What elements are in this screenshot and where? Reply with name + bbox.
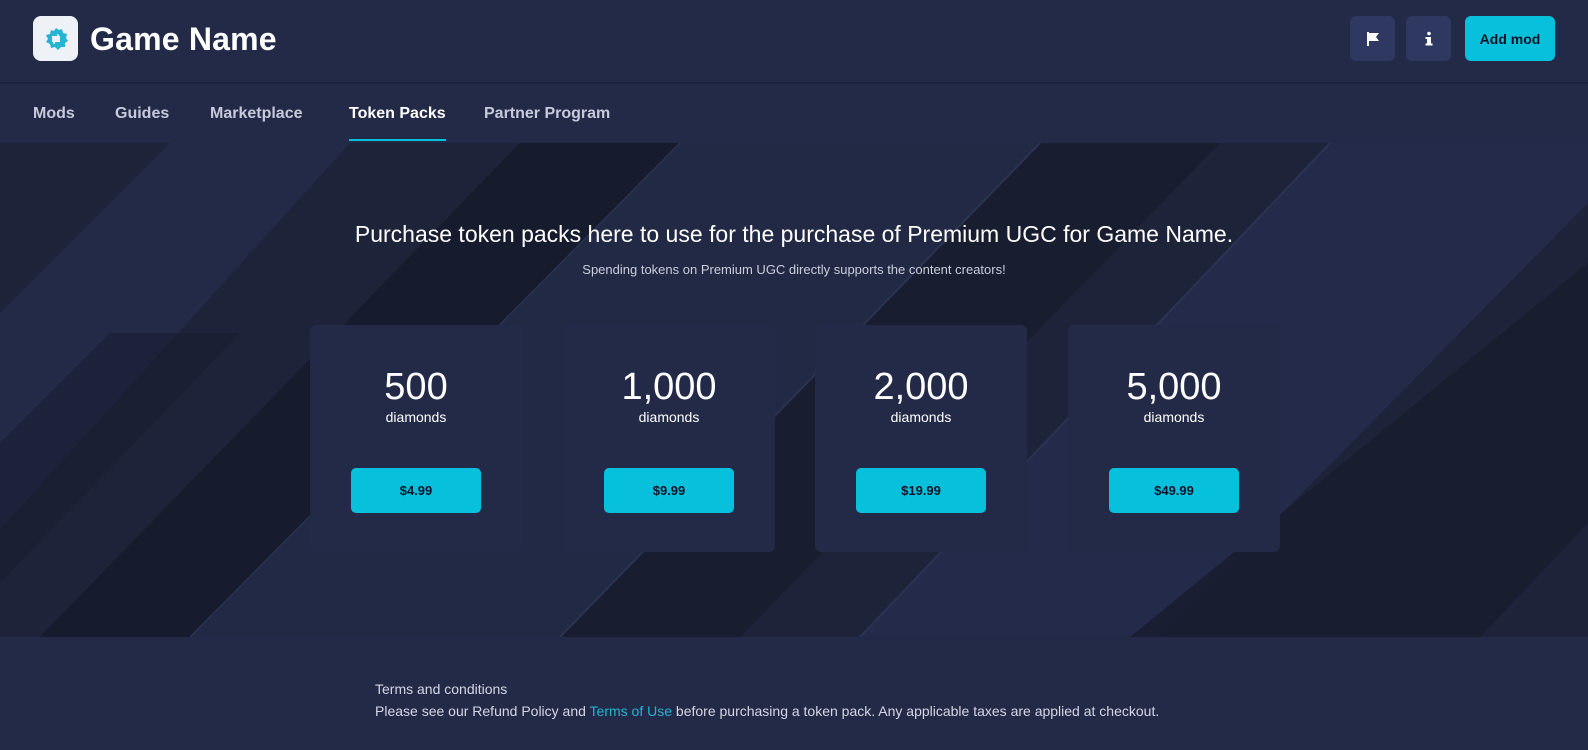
buy-pack-button[interactable]: $9.99 bbox=[604, 468, 734, 513]
section-title: Purchase token packs here to use for the… bbox=[354, 221, 1234, 247]
game-logo[interactable] bbox=[33, 16, 78, 61]
section-subtitle: Spending tokens on Premium UGC directly … bbox=[582, 262, 1006, 277]
add-mod-button[interactable]: Add mod bbox=[1465, 16, 1555, 61]
pack-amount: 2,000 bbox=[873, 366, 969, 408]
tab-marketplace[interactable]: Marketplace bbox=[210, 84, 303, 143]
tab-guides[interactable]: Guides bbox=[115, 84, 169, 143]
report-button[interactable] bbox=[1350, 16, 1395, 61]
tab-token-packs[interactable]: Token Packs bbox=[349, 84, 446, 143]
terms-text-after: before purchasing a token pack. Any appl… bbox=[672, 703, 1160, 719]
game-title[interactable]: Game Name bbox=[90, 18, 277, 60]
buy-pack-button[interactable]: $49.99 bbox=[1109, 468, 1239, 513]
pack-amount: 5,000 bbox=[1126, 366, 1222, 408]
flag-icon bbox=[1366, 31, 1379, 46]
pack-unit: diamonds bbox=[385, 409, 447, 425]
active-tab-indicator bbox=[349, 139, 446, 141]
tab-partner-program[interactable]: Partner Program bbox=[484, 84, 610, 143]
terms-heading: Terms and conditions bbox=[375, 681, 508, 697]
pack-unit: diamonds bbox=[1143, 409, 1205, 425]
token-pack-card: 500 diamonds $4.99 bbox=[310, 325, 522, 552]
buy-pack-button[interactable]: $19.99 bbox=[856, 468, 986, 513]
pack-amount: 1,000 bbox=[621, 366, 717, 408]
tab-token-packs-label: Token Packs bbox=[349, 105, 446, 122]
terms-text: Please see our Refund Policy and Terms o… bbox=[375, 703, 1159, 719]
footer: Terms and conditions Please see our Refu… bbox=[0, 637, 1588, 750]
terms-of-use-link[interactable]: Terms of Use bbox=[590, 703, 672, 719]
terms-text-before: Please see our Refund Policy and bbox=[375, 703, 590, 719]
buy-pack-button[interactable]: $4.99 bbox=[351, 468, 481, 513]
pack-amount: 500 bbox=[384, 366, 448, 408]
info-button[interactable] bbox=[1406, 16, 1451, 61]
token-pack-card: 5,000 diamonds $49.99 bbox=[1068, 325, 1280, 552]
header-bar: Game Name Add mod bbox=[0, 0, 1588, 83]
token-pack-card: 2,000 diamonds $19.99 bbox=[815, 325, 1027, 552]
diagonal-stripes-background bbox=[0, 143, 1588, 637]
tab-mods[interactable]: Mods bbox=[33, 84, 75, 143]
pack-unit: diamonds bbox=[638, 409, 700, 425]
token-pack-card: 1,000 diamonds $9.99 bbox=[563, 325, 775, 552]
nav-bar: Mods Guides Marketplace Token Packs Part… bbox=[0, 84, 1588, 143]
token-packs-section: Purchase token packs here to use for the… bbox=[0, 143, 1588, 637]
info-icon bbox=[1425, 31, 1432, 45]
pack-unit: diamonds bbox=[890, 409, 952, 425]
gear-puzzle-icon bbox=[45, 27, 68, 50]
